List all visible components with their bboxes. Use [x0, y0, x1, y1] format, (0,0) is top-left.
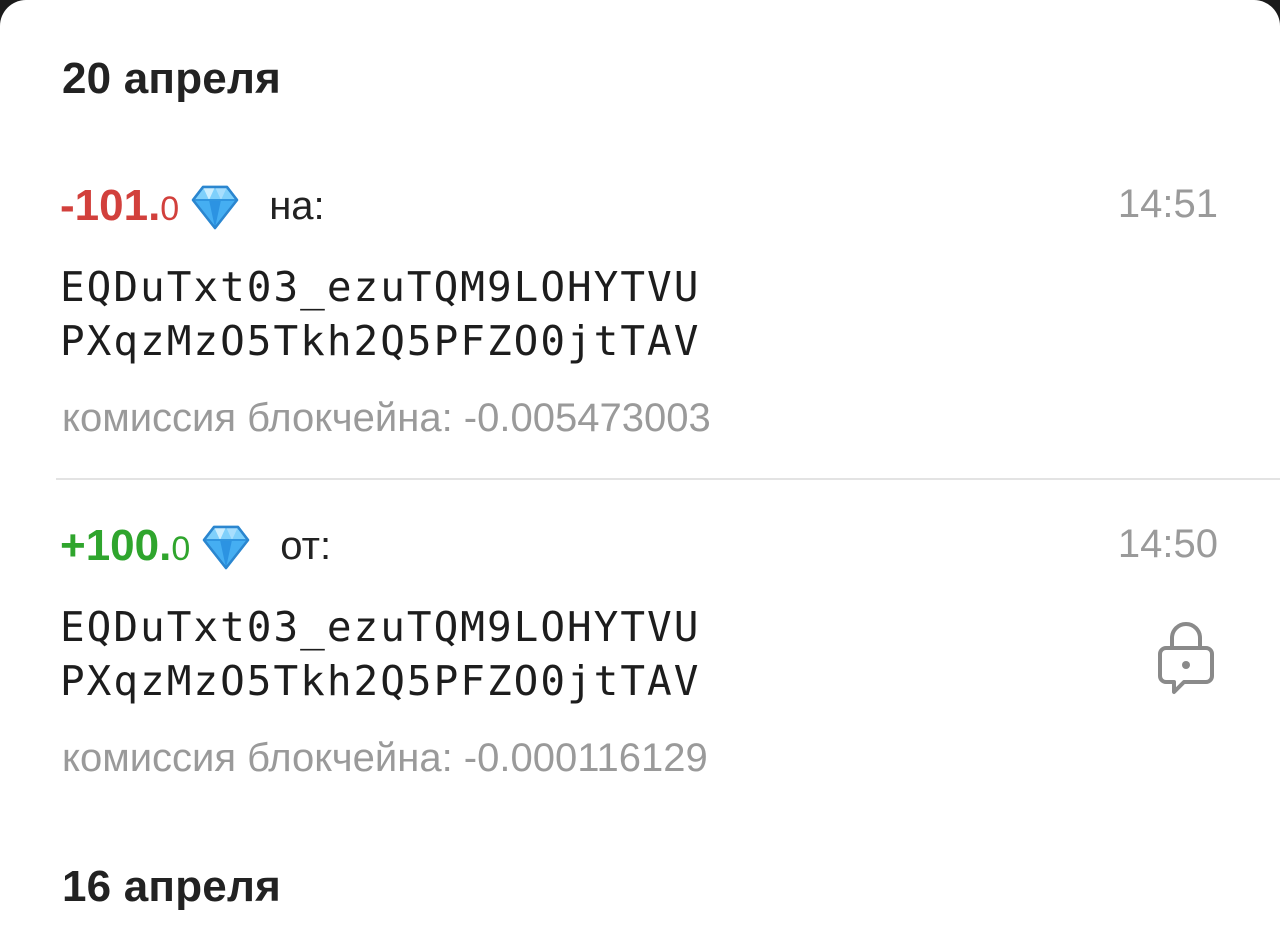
transaction-item[interactable]: -101. 0 на: 14:51 EQDuTxt03_ezuTQM9LOHYTV…	[0, 178, 1280, 468]
lock-message-icon[interactable]	[1156, 618, 1216, 698]
address[interactable]: EQDuTxt03_ezuTQM9LOHYTVU PXqzMzO5Tkh2Q5P…	[60, 600, 700, 708]
amount-value: +100.	[60, 521, 172, 570]
divider	[56, 478, 1280, 480]
blockchain-fee: комиссия блокчейна: -0.000116129	[62, 736, 708, 780]
blockchain-fee: комиссия блокчейна: -0.005473003	[62, 396, 711, 440]
amount-value: -101.	[60, 181, 161, 230]
transaction-time: 14:50	[1117, 522, 1218, 566]
transaction-time: 14:51	[1117, 182, 1218, 226]
date-header: 16 апреля	[62, 862, 281, 911]
date-header: 20 апреля	[62, 54, 281, 103]
transaction-item[interactable]: +100. 0 от: 14:50 EQDuTxt03_ezuTQM9LOHYTV…	[0, 518, 1280, 808]
amount-line: -101. 0 на:	[60, 178, 325, 234]
direction-label: от:	[280, 523, 332, 568]
address-line: EQDuTxt03_ezuTQM9LOHYTVU	[60, 263, 701, 311]
amount-fraction: 0	[171, 529, 191, 568]
diamond-icon	[191, 185, 239, 230]
amount-line: +100. 0 от:	[60, 518, 331, 574]
address-line: PXqzMzO5Tkh2Q5PFZO0jtTAV	[60, 317, 701, 365]
diamond-icon	[203, 525, 250, 570]
transactions-sheet: 20 апреля -101. 0 на: 14:51 EQDuTxt03_ezu…	[0, 0, 1280, 951]
amount-fraction: 0	[160, 189, 180, 228]
address-line: EQDuTxt03_ezuTQM9LOHYTVU	[60, 603, 701, 651]
direction-label: на:	[269, 183, 325, 228]
address[interactable]: EQDuTxt03_ezuTQM9LOHYTVU PXqzMzO5Tkh2Q5P…	[60, 260, 700, 368]
address-line: PXqzMzO5Tkh2Q5PFZO0jtTAV	[60, 657, 701, 705]
